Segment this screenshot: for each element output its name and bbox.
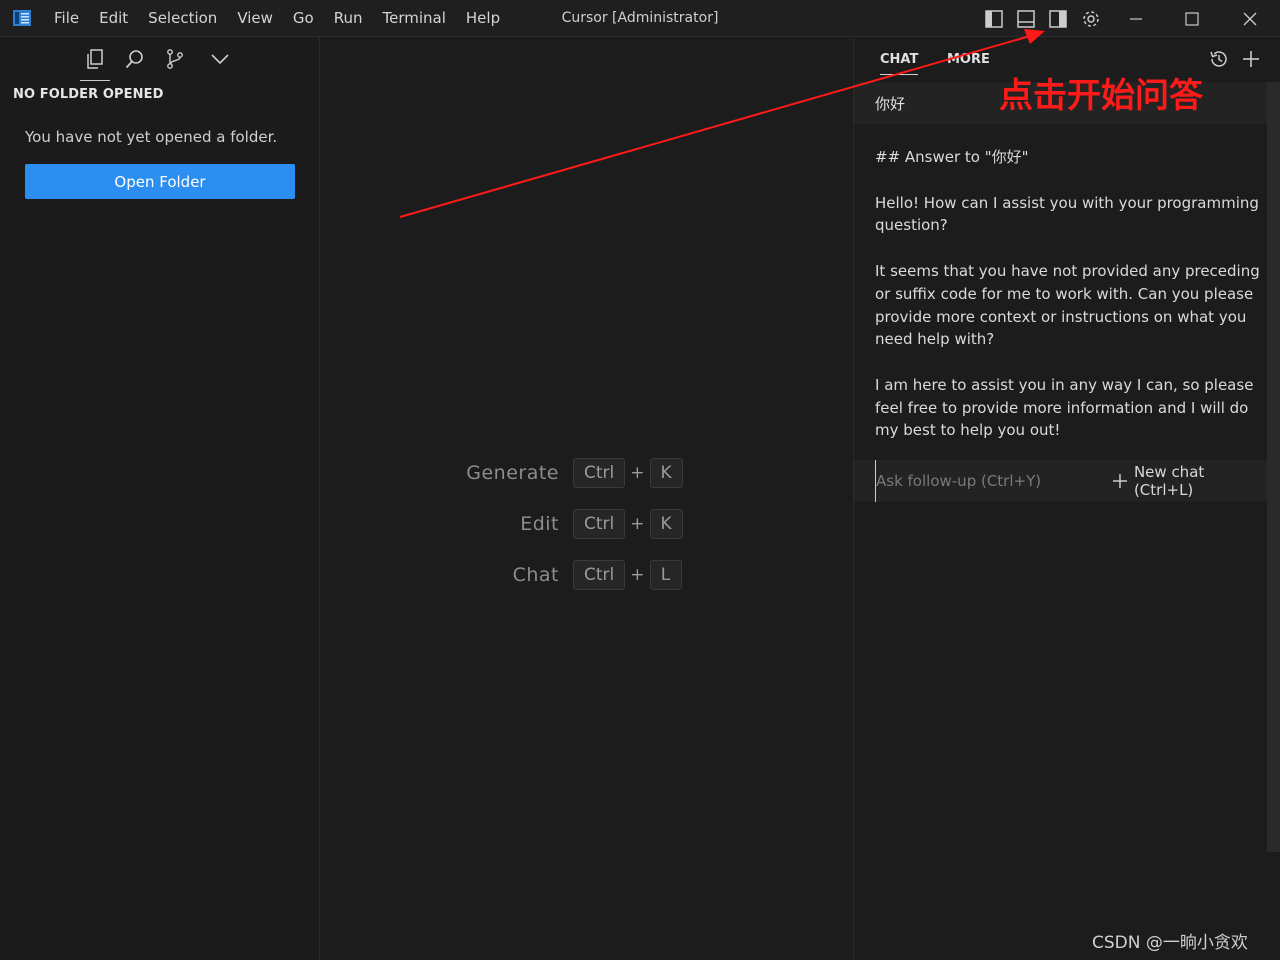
menu-terminal[interactable]: Terminal [373, 0, 456, 37]
plus-icon[interactable] [1240, 48, 1262, 70]
shortcut-label: Edit [520, 513, 559, 535]
shortcut-key: K [649, 458, 683, 488]
menu-file[interactable]: File [44, 0, 89, 37]
new-chat-button[interactable]: New chat (Ctrl+L) [1112, 460, 1268, 502]
shortcut-plus: + [630, 565, 645, 585]
cursor-logo-icon [13, 10, 31, 26]
no-folder-message: You have not yet opened a folder. [25, 128, 278, 146]
title-bar: File Edit Selection View Go Run Terminal… [0, 0, 1280, 37]
chat-panel: CHAT MORE 你好 点击开始问答 ## Answer to "你好" He… [853, 38, 1280, 960]
menu-selection[interactable]: Selection [138, 0, 227, 37]
shortcut-row-edit: Edit Ctrl + K [439, 509, 683, 539]
answer-paragraph: Hello! How can I assist you with your pr… [875, 193, 1259, 235]
editor-area: Generate Ctrl + K Edit Ctrl + K Chat Ctr… [320, 38, 853, 960]
shortcut-key: L [649, 560, 682, 590]
menu-edit[interactable]: Edit [89, 0, 138, 37]
menu-run[interactable]: Run [324, 0, 373, 37]
chat-scrollbar[interactable] [1267, 82, 1280, 852]
tab-chat[interactable]: CHAT [880, 52, 918, 67]
search-icon[interactable] [123, 47, 147, 71]
source-control-icon[interactable] [163, 47, 187, 71]
answer-paragraph: It seems that you have not provided any … [875, 262, 1260, 349]
shortcut-key: Ctrl [573, 509, 626, 539]
sidebar-title: NO FOLDER OPENED [13, 87, 164, 102]
minimize-icon[interactable] [1125, 8, 1147, 30]
shortcut-key: Ctrl [573, 560, 626, 590]
new-chat-plus-icon [1112, 474, 1127, 488]
history-icon[interactable] [1208, 48, 1230, 70]
settings-gear-icon[interactable] [1080, 8, 1102, 30]
menu-view[interactable]: View [227, 0, 283, 37]
followup-input[interactable] [875, 460, 1095, 502]
shortcut-key: Ctrl [573, 458, 626, 488]
explorer-icon[interactable] [83, 47, 107, 71]
new-chat-label: New chat (Ctrl+L) [1133, 463, 1205, 499]
shortcut-row-chat: Chat Ctrl + L [439, 560, 682, 590]
followup-bar: New chat (Ctrl+L) [854, 460, 1268, 502]
active-tab-indicator [880, 74, 918, 75]
chevron-down-icon[interactable] [208, 47, 232, 71]
menu-go[interactable]: Go [283, 0, 324, 37]
shortcut-label: Chat [512, 564, 559, 586]
menu-help[interactable]: Help [456, 0, 510, 37]
open-folder-button[interactable]: Open Folder [25, 164, 295, 199]
annotation-text: 点击开始问答 [999, 76, 1203, 116]
window-title: Cursor [Administrator] [561, 10, 719, 26]
tab-more[interactable]: MORE [947, 52, 990, 67]
close-icon[interactable] [1239, 8, 1261, 30]
maximize-icon[interactable] [1181, 8, 1203, 30]
shortcut-plus: + [630, 514, 645, 534]
answer-paragraph: I am here to assist you in any way I can… [875, 375, 1254, 440]
watermark: CSDN @一晌小贪欢 [1092, 933, 1248, 953]
explorer-sidebar: NO FOLDER OPENED You have not yet opened… [0, 38, 320, 960]
assistant-answer: ## Answer to "你好" Hello! How can I assis… [875, 146, 1267, 465]
menu-bar: File Edit Selection View Go Run Terminal… [44, 0, 510, 37]
toggle-panel-icon[interactable] [1015, 8, 1037, 30]
shortcut-key: K [649, 509, 683, 539]
toggle-secondary-sidebar-icon[interactable] [1047, 8, 1069, 30]
active-view-indicator [80, 80, 110, 81]
shortcut-label: Generate [466, 462, 559, 484]
answer-heading: ## Answer to "你好" [875, 148, 1029, 166]
toggle-primary-sidebar-icon[interactable] [983, 8, 1005, 30]
shortcut-row-generate: Generate Ctrl + K [439, 458, 683, 488]
shortcut-plus: + [630, 463, 645, 483]
